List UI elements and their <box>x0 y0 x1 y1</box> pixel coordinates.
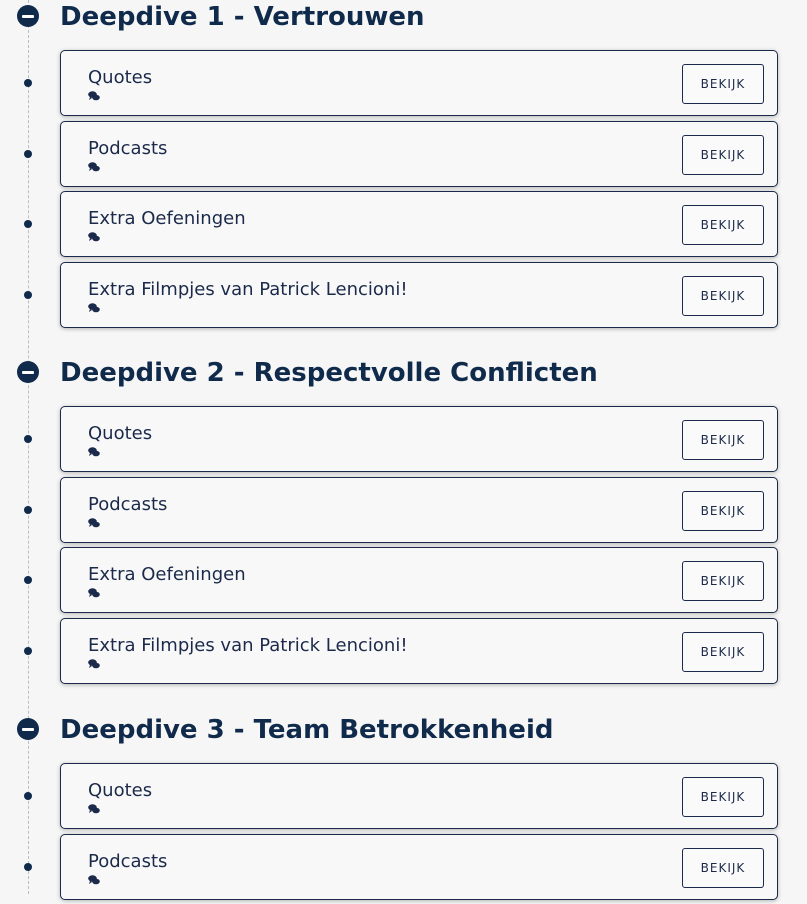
timeline-dot <box>24 792 32 800</box>
timeline-dot <box>24 220 32 228</box>
list-item: Extra Filmpjes van Patrick Lencioni! BEK… <box>0 618 807 689</box>
timeline-dot <box>24 150 32 158</box>
comments-icon <box>88 303 100 313</box>
comments-icon <box>88 588 100 598</box>
timeline-dot <box>24 79 32 87</box>
comments-icon <box>88 875 100 885</box>
resource-card: Extra Oefeningen BEKIJK <box>60 547 778 613</box>
list-item: Podcasts BEKIJK <box>0 834 807 904</box>
comments-icon <box>88 659 100 669</box>
collapse-minus-icon[interactable] <box>17 5 39 27</box>
comments-icon <box>88 91 100 101</box>
card-title: Extra Filmpjes van Patrick Lencioni! <box>88 279 408 300</box>
resource-card: Podcasts BEKIJK <box>60 834 778 900</box>
card-title: Podcasts <box>88 851 167 872</box>
list-item: Extra Filmpjes van Patrick Lencioni! BEK… <box>0 262 807 333</box>
deepdive-section-1: Deepdive 1 - Vertrouwen Quotes BEKIJK Po… <box>0 1 807 332</box>
card-title: Podcasts <box>88 494 167 515</box>
comments-icon <box>88 804 100 814</box>
bekijk-button[interactable]: BEKIJK <box>682 64 764 104</box>
bekijk-button[interactable]: BEKIJK <box>682 276 764 316</box>
list-item: Podcasts BEKIJK <box>0 121 807 192</box>
bekijk-button[interactable]: BEKIJK <box>682 491 764 531</box>
timeline-dot <box>24 291 32 299</box>
list-item: Quotes BEKIJK <box>0 50 807 121</box>
resource-card: Podcasts BEKIJK <box>60 121 778 187</box>
bekijk-button[interactable]: BEKIJK <box>682 561 764 601</box>
timeline-dot <box>24 576 32 584</box>
card-title: Extra Filmpjes van Patrick Lencioni! <box>88 635 408 656</box>
list-item: Quotes BEKIJK <box>0 763 807 834</box>
resource-card: Extra Oefeningen BEKIJK <box>60 191 778 257</box>
resource-card: Quotes BEKIJK <box>60 50 778 116</box>
collapse-minus-icon[interactable] <box>17 718 39 740</box>
card-title: Quotes <box>88 423 152 444</box>
section-title: Deepdive 3 - Team Betrokkenheid <box>60 714 553 746</box>
section-title: Deepdive 2 - Respectvolle Conflicten <box>60 357 598 389</box>
comments-icon <box>88 162 100 172</box>
comments-icon <box>88 447 100 457</box>
bekijk-button[interactable]: BEKIJK <box>682 848 764 888</box>
section-header: Deepdive 2 - Respectvolle Conflicten <box>0 357 807 391</box>
timeline-dot <box>24 435 32 443</box>
card-title: Podcasts <box>88 138 167 159</box>
resource-card: Quotes BEKIJK <box>60 763 778 829</box>
bekijk-button[interactable]: BEKIJK <box>682 135 764 175</box>
bekijk-button[interactable]: BEKIJK <box>682 205 764 245</box>
list-item: Podcasts BEKIJK <box>0 477 807 548</box>
section-title: Deepdive 1 - Vertrouwen <box>60 1 425 33</box>
card-title: Extra Oefeningen <box>88 564 246 585</box>
resource-card: Quotes BEKIJK <box>60 406 778 472</box>
bekijk-button[interactable]: BEKIJK <box>682 420 764 460</box>
list-item: Quotes BEKIJK <box>0 406 807 477</box>
resource-card: Extra Filmpjes van Patrick Lencioni! BEK… <box>60 262 778 328</box>
list-item: Extra Oefeningen BEKIJK <box>0 547 807 618</box>
resource-card: Podcasts BEKIJK <box>60 477 778 543</box>
card-title: Quotes <box>88 780 152 801</box>
resource-card: Extra Filmpjes van Patrick Lencioni! BEK… <box>60 618 778 684</box>
card-title: Extra Oefeningen <box>88 208 246 229</box>
deepdive-section-3: Deepdive 3 - Team Betrokkenheid Quotes B… <box>0 714 807 904</box>
comments-icon <box>88 232 100 242</box>
collapse-minus-icon[interactable] <box>17 361 39 383</box>
timeline-dot <box>24 506 32 514</box>
bekijk-button[interactable]: BEKIJK <box>682 632 764 672</box>
section-header: Deepdive 3 - Team Betrokkenheid <box>0 714 807 748</box>
bekijk-button[interactable]: BEKIJK <box>682 777 764 817</box>
card-title: Quotes <box>88 67 152 88</box>
section-header: Deepdive 1 - Vertrouwen <box>0 1 807 35</box>
list-item: Extra Oefeningen BEKIJK <box>0 191 807 262</box>
timeline-dot <box>24 647 32 655</box>
comments-icon <box>88 518 100 528</box>
deepdive-section-2: Deepdive 2 - Respectvolle Conflicten Quo… <box>0 357 807 688</box>
timeline-dot <box>24 863 32 871</box>
